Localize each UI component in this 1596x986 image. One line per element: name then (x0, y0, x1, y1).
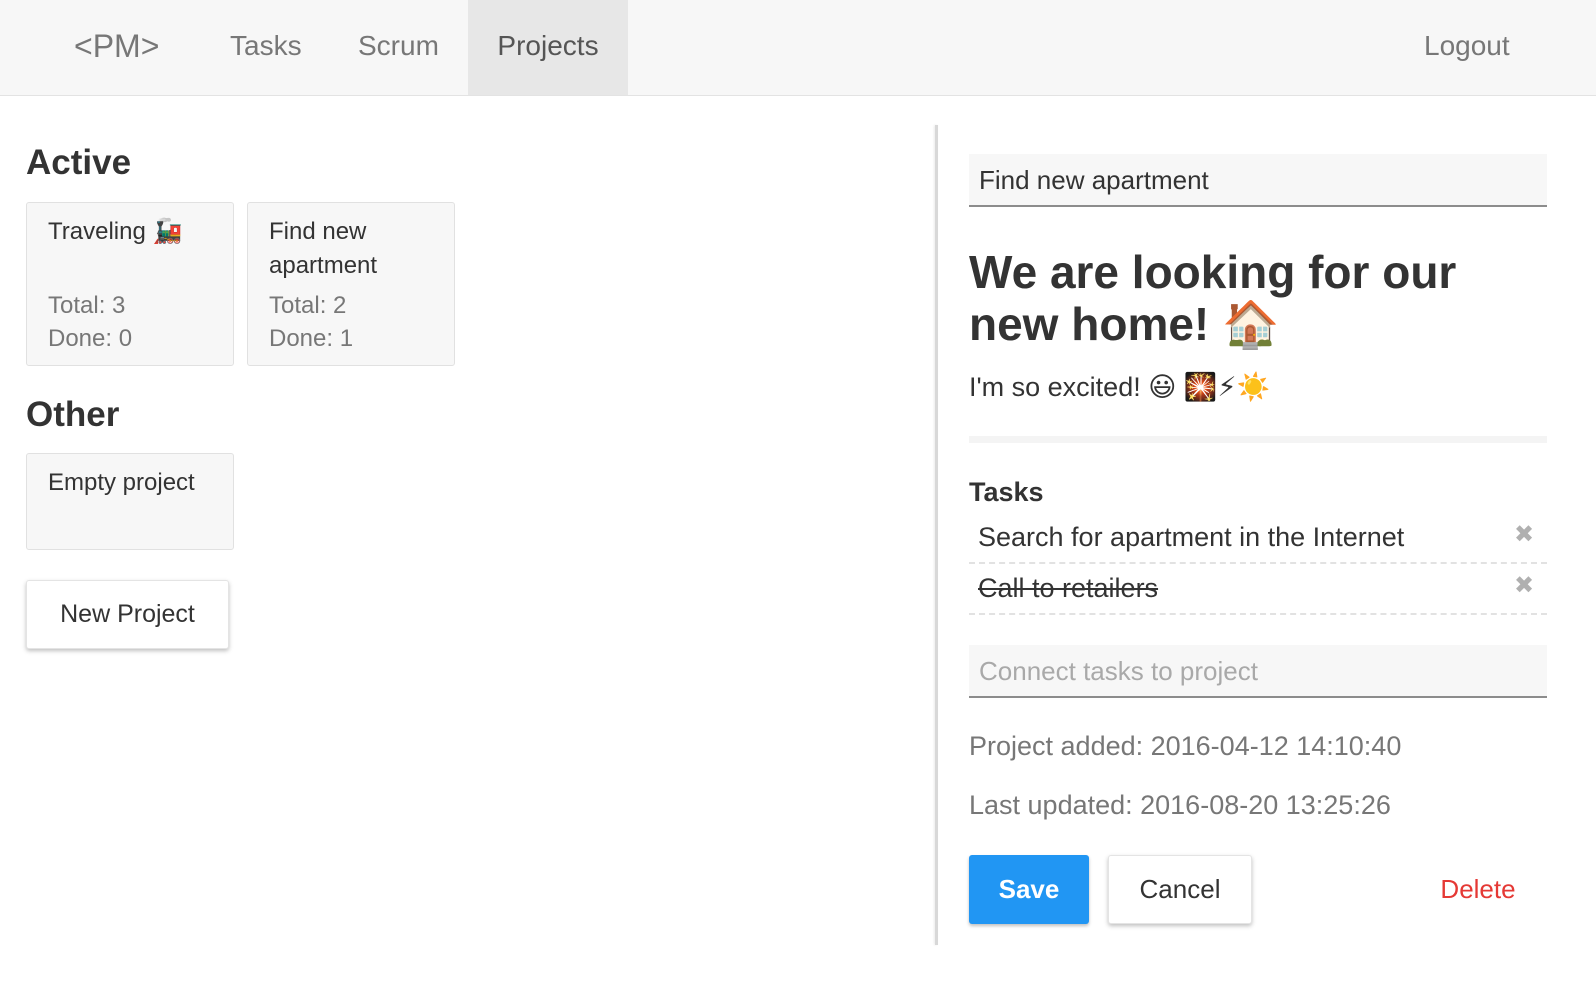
panel-divider (935, 125, 938, 945)
description-divider (969, 436, 1547, 443)
project-card-name: Traveling 🚂 (48, 218, 183, 245)
task-name-done: Call to retailers (978, 573, 1159, 603)
task-name: Search for apartment in the Internet (978, 522, 1405, 552)
section-title-active: Active (26, 143, 132, 182)
nav-item-scrum[interactable]: Scrum (358, 0, 439, 95)
project-card-done: Done: 1 (269, 325, 354, 352)
project-card-done: Done: 0 (48, 325, 133, 352)
project-title-input[interactable]: Find new apartment (969, 154, 1547, 207)
top-navbar: <PM> Tasks Scrum Projects Logout (0, 0, 1596, 96)
project-card-empty-project[interactable]: Empty project (26, 453, 234, 550)
remove-task-icon[interactable]: ✖ (1513, 522, 1535, 548)
logout-link[interactable]: Logout (1424, 0, 1510, 95)
project-card-name: Find new apartment (269, 218, 378, 279)
project-added-timestamp: Project added: 2016-04-12 14:10:40 (969, 731, 1402, 761)
cancel-button[interactable]: Cancel (1108, 855, 1252, 924)
new-project-button[interactable]: New Project (26, 580, 229, 649)
nav-item-tasks[interactable]: Tasks (230, 0, 302, 95)
delete-button[interactable]: Delete (1430, 855, 1526, 924)
project-card-total: Total: 3 (48, 292, 126, 319)
save-button[interactable]: Save (969, 855, 1089, 924)
project-card-total: Total: 2 (269, 292, 347, 319)
last-updated-timestamp: Last updated: 2016-08-20 13:25:26 (969, 790, 1391, 820)
description-heading: We are looking for our new home! 🏠 (969, 246, 1457, 350)
task-row[interactable]: Search for apartment in the Internet ✖ (969, 514, 1547, 564)
tasks-label: Tasks (969, 477, 1044, 507)
section-title-other: Other (26, 395, 120, 434)
connect-tasks-input[interactable]: Connect tasks to project (969, 645, 1547, 698)
brand-logo[interactable]: <PM> (74, 0, 159, 95)
nav-item-projects[interactable]: Projects (468, 0, 628, 95)
description-text: I'm so excited! 😃 🎇⚡☀️ (969, 372, 1271, 402)
task-row[interactable]: Call to retailers ✖ (969, 565, 1547, 615)
project-card-traveling[interactable]: Traveling 🚂 Total: 3 Done: 0 (26, 202, 234, 366)
project-card-name: Empty project (48, 469, 195, 496)
remove-task-icon[interactable]: ✖ (1513, 573, 1535, 599)
project-card-find-new-apartment[interactable]: Find new apartment Total: 2 Done: 1 (247, 202, 455, 366)
